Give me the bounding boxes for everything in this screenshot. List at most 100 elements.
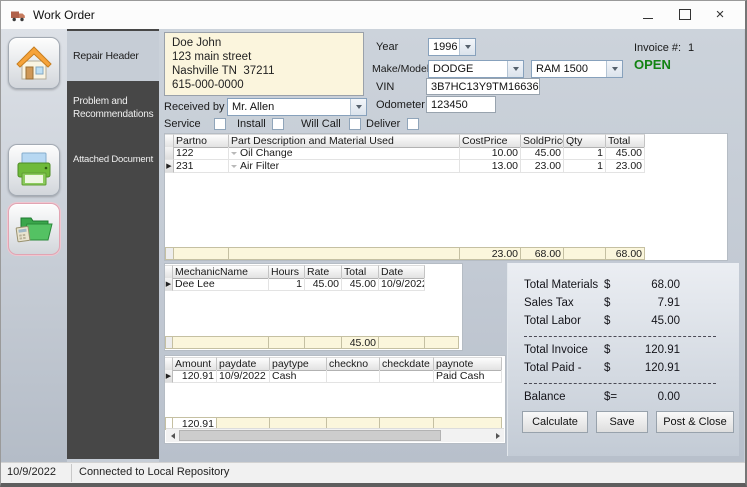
total-labor-row: Total Labor $ 45.00 (524, 315, 680, 327)
year-select[interactable]: 1996 (428, 38, 476, 56)
make-select[interactable]: DODGE (428, 60, 524, 78)
will-call-checkbox[interactable] (349, 118, 361, 130)
payment-col-checkno[interactable]: checkno (327, 357, 380, 371)
parts-col-soldprice[interactable]: SoldPrice (521, 134, 564, 148)
parts-row-1[interactable]: 122 Oil Change 10.00 45.00 1 45.00 (165, 147, 727, 160)
parts-col-partno[interactable]: Partno (174, 134, 229, 148)
vin-field[interactable] (426, 78, 540, 95)
payment-col-paydate[interactable]: paydate (217, 357, 270, 371)
parts-cell-cost[interactable]: 10.00 (460, 147, 521, 160)
labor-col-total[interactable]: Total (342, 265, 379, 279)
tab-attached-label: Attached Document (73, 154, 153, 165)
labor-col-date[interactable]: Date (379, 265, 425, 279)
will-call-label: Will Call (301, 118, 341, 130)
parts-col-description[interactable]: Part Description and Material Used (229, 134, 460, 148)
payment-col-amount[interactable]: Amount (173, 357, 217, 371)
payment-grid-header: Amount paydate paytype checkno checkdate… (165, 357, 505, 370)
customer-info-box[interactable]: Doe John 123 main street Nashville TN 37… (164, 32, 364, 96)
parts-row-2[interactable]: ▶ 231 Air Filter 13.00 23.00 1 23.00 (165, 160, 727, 173)
work-order-window: Work Order × (0, 0, 747, 487)
payment-col-checkdate[interactable]: checkdate (380, 357, 434, 371)
payment-col-paytype[interactable]: paytype (270, 357, 327, 371)
service-checkbox[interactable] (214, 118, 226, 130)
payment-cell-amount[interactable]: 120.91 (173, 370, 217, 383)
scroll-right-icon[interactable] (491, 429, 504, 442)
chevron-down-icon[interactable] (350, 99, 366, 115)
parts-cell-sold[interactable]: 23.00 (521, 160, 564, 173)
horizontal-scrollbar[interactable] (166, 428, 504, 442)
row-selector[interactable] (165, 147, 174, 160)
deliver-checkbox[interactable] (407, 118, 419, 130)
print-button[interactable] (8, 144, 60, 196)
parts-col-total[interactable]: Total (606, 134, 645, 148)
parts-total-qty (564, 247, 606, 260)
parts-col-qty[interactable]: Qty (564, 134, 606, 148)
invoice-number-label: Invoice #: (634, 42, 681, 54)
labor-cell-hours[interactable]: 1 (269, 278, 305, 291)
current-row-icon: ▶ (165, 160, 173, 173)
current-row-selector[interactable]: ▶ (165, 160, 174, 173)
parts-cell-description[interactable]: Air Filter (229, 160, 460, 173)
calculate-button[interactable]: Calculate (522, 411, 588, 433)
current-row-selector[interactable]: ▶ (165, 370, 173, 383)
minimize-button[interactable] (631, 1, 665, 28)
payment-cell-paytype[interactable]: Cash (270, 370, 327, 383)
total-invoice-value: 120.91 (642, 344, 680, 356)
tab-repair-header[interactable]: Repair Header (67, 31, 159, 81)
parts-cell-total[interactable]: 23.00 (606, 160, 645, 173)
post-close-button[interactable]: Post & Close (656, 411, 734, 433)
save-button[interactable]: Save (596, 411, 648, 433)
payment-col-paynote[interactable]: paynote (434, 357, 502, 371)
labor-cell-total[interactable]: 45.00 (342, 278, 379, 291)
install-checkbox[interactable] (272, 118, 284, 130)
labor-cell-date[interactable]: 10/9/2022 (379, 278, 425, 291)
tab-problem-recommendations[interactable]: Problem and Recommendations (67, 91, 159, 125)
payment-row-1[interactable]: ▶ 120.91 10/9/2022 Cash Paid Cash (165, 370, 505, 383)
scroll-left-icon[interactable] (166, 429, 179, 442)
labor-col-rate[interactable]: Rate (305, 265, 342, 279)
parts-cell-qty[interactable]: 1 (564, 160, 606, 173)
payment-cell-checkno[interactable] (327, 370, 380, 383)
labor-cell-rate[interactable]: 45.00 (305, 278, 342, 291)
odometer-field[interactable] (426, 96, 496, 113)
parts-grid-panel: Partno Part Description and Material Use… (164, 133, 728, 261)
parts-cell-description[interactable]: Oil Change (229, 147, 460, 160)
payment-cell-paydate[interactable]: 10/9/2022 (217, 370, 270, 383)
titlebar[interactable]: Work Order × (1, 1, 745, 29)
balance-symbol: $= (604, 391, 642, 403)
parts-col-costprice[interactable]: CostPrice (460, 134, 521, 148)
labor-col-mechanicname[interactable]: MechanicName (173, 265, 269, 279)
received-by-select[interactable]: Mr. Allen (227, 98, 367, 116)
maximize-button[interactable] (668, 1, 702, 28)
labor-col-hours[interactable]: Hours (269, 265, 305, 279)
chevron-down-icon[interactable] (606, 61, 622, 77)
current-row-icon: ▶ (165, 370, 172, 383)
parts-cell-qty[interactable]: 1 (564, 147, 606, 160)
labor-total-filler (425, 336, 459, 349)
payment-cell-checkdate[interactable] (380, 370, 434, 383)
parts-cell-cost[interactable]: 13.00 (460, 160, 521, 173)
parts-description-text: Air Filter (240, 160, 279, 172)
current-row-selector[interactable]: ▶ (165, 278, 173, 291)
parts-cell-sold[interactable]: 45.00 (521, 147, 564, 160)
model-value: RAM 1500 (536, 63, 588, 75)
home-button[interactable] (8, 37, 60, 89)
parts-cell-total[interactable]: 45.00 (606, 147, 645, 160)
close-icon: × (716, 6, 725, 23)
chevron-down-icon[interactable] (507, 61, 523, 77)
total-paid-value: 120.91 (642, 362, 680, 374)
labor-row-1[interactable]: ▶ Dee Lee 1 45.00 45.00 10/9/2022 (165, 278, 462, 291)
chevron-down-icon[interactable] (459, 39, 475, 55)
payment-cell-paynote[interactable]: Paid Cash (434, 370, 502, 383)
make-value: DODGE (433, 63, 473, 75)
parts-cell-partno[interactable]: 122 (174, 147, 229, 160)
scrollbar-thumb[interactable] (179, 430, 441, 441)
parts-cell-partno[interactable]: 231 (174, 160, 229, 173)
labor-cell-name[interactable]: Dee Lee (173, 278, 269, 291)
calculator-button[interactable] (8, 203, 60, 255)
model-select[interactable]: RAM 1500 (531, 60, 623, 78)
tab-attached-document[interactable]: Attached Document (67, 149, 159, 169)
close-button[interactable]: × (703, 1, 737, 28)
total-invoice-symbol: $ (604, 344, 642, 356)
cell-dropdown-icon (231, 165, 237, 168)
